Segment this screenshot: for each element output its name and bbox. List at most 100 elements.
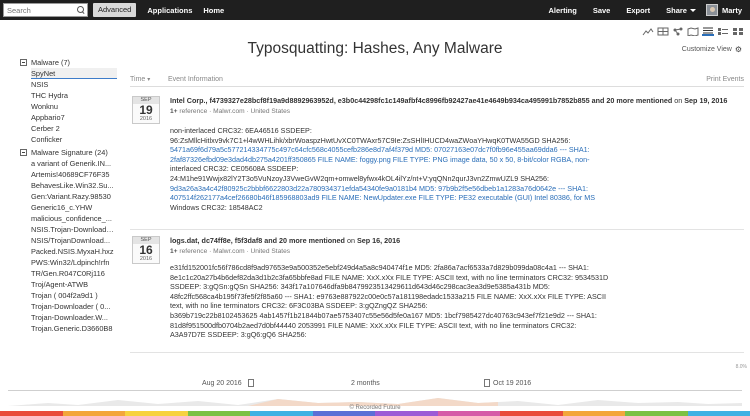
gear-icon: ⚙ xyxy=(734,45,742,54)
table-icon[interactable] xyxy=(657,27,669,36)
col-time-label: Time xyxy=(130,76,146,83)
event-headline[interactable]: Intel Corp., f4739327e28bcf8f19a9d889296… xyxy=(170,96,744,106)
body-line: 96:ZsMllcHitlxv9vk7C1+l4wWHLihk/xbrWoasp… xyxy=(170,135,571,145)
network-icon[interactable] xyxy=(672,27,684,36)
share-menu[interactable]: Share xyxy=(666,6,696,15)
body-line: 2faf87326efbd09e3dad4db275a4201ff350865 … xyxy=(170,154,590,164)
tree-item[interactable]: Wonknu xyxy=(31,101,117,112)
tree-group-label: Malware Signature (24) xyxy=(31,148,108,157)
tree-group-malware-signature[interactable]: Malware Signature (24) xyxy=(20,147,120,158)
body-line: 81d8f951500dfb0704b2aed7d0bf44440 205399… xyxy=(170,320,577,330)
timeline-labels: Aug 20 2016 2 months Oct 19 2016 xyxy=(0,380,750,390)
nav-home[interactable]: Home xyxy=(203,6,224,15)
customize-label: Customize View xyxy=(681,46,732,53)
reference-count[interactable]: 1+ xyxy=(170,248,178,255)
body-line: 24:M1he91Wwjx82lY2T3o5VuNzoyJ3VweGvW2qm+… xyxy=(170,173,549,183)
tree-item[interactable]: THC Hydra xyxy=(31,90,117,101)
body-line: 48fc2ffc568ca4b195f73fe5f2f85a60 --- SHA… xyxy=(170,291,606,301)
user-menu[interactable]: Marty xyxy=(705,4,742,16)
date-year: 2016 xyxy=(139,116,153,122)
date-day: 16 xyxy=(139,243,153,257)
tree-item[interactable]: TR/Gen.R047C0Rj116 xyxy=(31,268,117,279)
nav-applications[interactable]: Applications xyxy=(147,6,192,15)
tree-item[interactable]: Appbario7 xyxy=(31,112,117,123)
timeline-handle-left[interactable] xyxy=(248,379,254,387)
tree-item[interactable]: a variant of Generik.IN... xyxy=(31,158,117,169)
body-line: non-interlaced CRC32: 6EA46516 SSDEEP: xyxy=(170,126,312,135)
print-events-link[interactable]: Print Events xyxy=(706,76,744,83)
tree-item[interactable]: PWS:Win32/Ldpinch!rfn xyxy=(31,257,117,268)
tree-item-spynet[interactable]: SpyNet xyxy=(31,68,117,79)
user-name: Marty xyxy=(721,5,742,15)
sort-icon: ▾ xyxy=(147,77,151,83)
headline-date: Sep 16, 2016 xyxy=(356,236,401,245)
event-headline[interactable]: logs.dat, dc74ff8e, f5f3daf8 and 20 more… xyxy=(170,236,744,246)
nav-save[interactable]: Save xyxy=(593,6,611,15)
tree-item[interactable]: Trojan-Downloader ( 0... xyxy=(31,301,117,312)
body-line: interlaced CRC32: CE05608A SSDEEP: xyxy=(170,164,299,174)
body-line: 407514f262177a4cef26680b46f185968803ad9 … xyxy=(170,193,596,203)
grid-icon[interactable] xyxy=(732,27,744,36)
page-title: Typosquatting: Hashes, Any Malware xyxy=(247,40,503,57)
body-line: 5471a69f6d79a5c577214334775c497c64cfc568… xyxy=(170,145,590,155)
nav-alerting[interactable]: Alerting xyxy=(548,6,576,15)
body-line: 9d3a26a3a4c42f80925c2bbbf6622803d22a7809… xyxy=(170,183,589,193)
tree-item[interactable]: Packed.NSIS.MyxaH.hxz xyxy=(31,246,117,257)
tree-item[interactable]: Gen:Variant.Razy.98530 xyxy=(31,191,117,202)
timeline-scale-label: 8.0% xyxy=(735,364,747,370)
advanced-button[interactable]: Advanced xyxy=(93,3,137,17)
event-item: SEP 16 2016 logs.dat, dc74ff8e, f5f3daf8… xyxy=(130,236,744,356)
timeline-handle-right[interactable] xyxy=(484,379,490,387)
nav-export[interactable]: Export xyxy=(626,6,650,15)
headline-on: on xyxy=(346,236,355,245)
tree-item[interactable]: BehavesLike.Win32.Su... xyxy=(31,180,117,191)
tree-item[interactable]: Troj/Agent-ATWB xyxy=(31,279,117,290)
top-nav-right: Alerting Save Export Share Marty xyxy=(548,0,750,20)
reference-source: reference · Malwr.com · United States xyxy=(179,248,291,255)
col-event-information: Event Information xyxy=(168,76,223,83)
timeline-overview[interactable]: Aug 20 2016 2 months Oct 19 2016 © Recor… xyxy=(0,364,750,416)
col-time[interactable]: Time ▾ xyxy=(130,76,150,83)
tree-item[interactable]: Generic16_c.YHW xyxy=(31,202,117,213)
tree-item[interactable]: malicious_confidence_... xyxy=(31,213,117,224)
headline-entities: Intel Corp., f4739327e28bcf8f19a9d889296… xyxy=(170,96,673,105)
tree-item[interactable]: Cerber 2 xyxy=(31,123,117,134)
event-item: SEP 19 2016 Intel Corp., f4739327e28bcf8… xyxy=(130,96,744,244)
headline-entities: logs.dat, dc74ff8e, f5f3daf8 and 20 more… xyxy=(170,236,345,245)
list-icon[interactable] xyxy=(702,27,714,36)
tree-item[interactable]: NSIS.Trojan-Downloader... xyxy=(31,224,117,235)
body-line: Windows CRC32: 18548AC2 xyxy=(170,202,263,212)
tree-item[interactable]: Artemis!40689CF76F35 xyxy=(31,169,117,180)
collapse-icon[interactable] xyxy=(20,59,27,66)
event-divider xyxy=(130,229,744,230)
event-body: non-interlaced CRC32: 6EA46516 SSDEEP: 9… xyxy=(170,126,730,212)
tree-group-malware[interactable]: Malware (7) xyxy=(20,57,120,68)
body-line: SSDEEP: 3:gQSn:gQSn SHA256: 343f17a10764… xyxy=(170,282,550,292)
tree-item[interactable]: NSIS/TrojanDownload... xyxy=(31,235,117,246)
date-year: 2016 xyxy=(139,256,153,262)
headline-date: Sep 19, 2016 xyxy=(684,96,728,105)
event-meta: 1+ reference · Malwr.com · United States xyxy=(170,107,290,117)
body-line: text, with no line terminators CRC32: 6F… xyxy=(170,301,428,311)
map-icon[interactable] xyxy=(687,27,699,36)
customize-view-button[interactable]: Customize View ⚙ xyxy=(682,45,742,54)
filter-sidebar: Malware (7) SpyNet NSIS THC Hydra Wonknu… xyxy=(20,57,120,334)
list-column-headers: Time ▾ Event Information Print Events xyxy=(130,76,744,87)
date-badge: SEP 19 2016 xyxy=(132,96,160,124)
tree-group-label: Malware (7) xyxy=(31,58,71,67)
search-icon[interactable] xyxy=(77,6,84,14)
tree-item[interactable]: Trojan-Downloader.W... xyxy=(31,312,117,323)
list-detail-icon[interactable] xyxy=(717,27,729,36)
reference-count[interactable]: 1+ xyxy=(170,108,178,115)
timeline-icon[interactable] xyxy=(642,27,654,36)
search-box[interactable] xyxy=(3,3,88,17)
tree-item[interactable]: NSIS xyxy=(31,79,117,90)
date-badge: SEP 16 2016 xyxy=(132,236,160,264)
collapse-icon[interactable] xyxy=(20,149,27,156)
tree-item[interactable]: Trojan ( 004f2a9d1 ) xyxy=(31,290,117,301)
tree-item[interactable]: Conficker xyxy=(31,134,117,145)
chevron-down-icon xyxy=(689,8,696,12)
tree-item[interactable]: Trojan.Generic.D3660B8 xyxy=(31,323,117,334)
top-nav-bar: Advanced Applications Home Alerting Save… xyxy=(0,0,750,20)
search-input[interactable] xyxy=(7,5,77,15)
